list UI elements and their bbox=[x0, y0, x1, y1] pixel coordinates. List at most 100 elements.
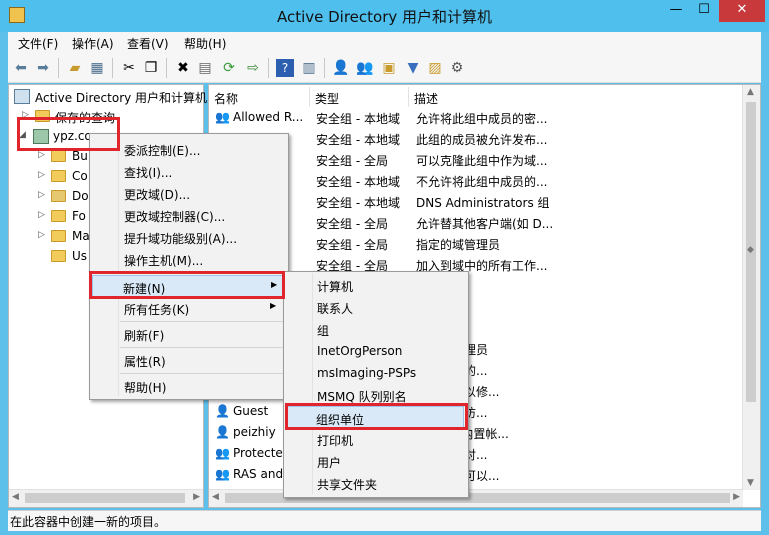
cut-icon[interactable]: ✂ bbox=[120, 59, 138, 77]
submenu-item-group[interactable]: 组 bbox=[286, 318, 464, 340]
column-header-description[interactable]: 描述 bbox=[409, 87, 739, 107]
table-cell-desc: 允许将此组中成员的密... bbox=[416, 112, 548, 126]
table-cell-type: 安全组 - 全局 bbox=[316, 154, 388, 168]
expand-icon[interactable]: ▷ bbox=[38, 230, 45, 240]
scroll-right-icon[interactable]: ▶ bbox=[733, 492, 740, 502]
tree-item-label: Fo bbox=[72, 209, 86, 223]
menu-item-refresh[interactable]: 刷新(F) bbox=[92, 323, 284, 345]
tree-item-label: Ma bbox=[72, 229, 90, 243]
tree-item-label: Bu bbox=[72, 149, 88, 163]
submenu-item-printer[interactable]: 打印机 bbox=[286, 428, 464, 450]
menu-item-operations-masters[interactable]: 操作主机(M)... bbox=[92, 248, 284, 270]
menu-item-label: 更改域控制器(C)... bbox=[124, 210, 226, 224]
menu-item-properties[interactable]: 属性(R) bbox=[92, 349, 284, 371]
submenu-item-contact[interactable]: 联系人 bbox=[286, 296, 464, 318]
toolbar-separator bbox=[166, 58, 167, 78]
menu-item-help[interactable]: 帮助(H) bbox=[92, 375, 284, 397]
scroll-right-icon[interactable]: ▶ bbox=[193, 492, 200, 502]
show-tree-icon[interactable]: ▦ bbox=[88, 59, 106, 77]
list-vertical-scrollbar[interactable]: ▲ ◆ ▼ bbox=[742, 85, 760, 490]
submenu-item-computer[interactable]: 计算机 bbox=[286, 274, 464, 296]
maximize-button[interactable]: ☐ bbox=[691, 0, 717, 22]
minimize-button[interactable]: — bbox=[663, 0, 689, 22]
folder-icon bbox=[51, 150, 66, 162]
help-icon[interactable]: ? bbox=[276, 59, 294, 77]
table-row[interactable]: 👥 Allowed R... 安全组 - 本地域 允许将此组中成员的密... bbox=[209, 107, 739, 128]
new-ou-icon[interactable]: ▣ bbox=[380, 59, 398, 77]
menu-item-find[interactable]: 查找(I)... bbox=[92, 160, 284, 182]
toolbar: ⬅ ➡ ▰ ▦ ✂ ❐ ✖ ▤ ⟳ ⇨ ? ▥ 👤 👥 ▣ ▼ ▨ ⚙ bbox=[8, 54, 761, 83]
folder-icon bbox=[51, 210, 66, 222]
toolbar-separator bbox=[324, 58, 325, 78]
menu-item-all-tasks[interactable]: 所有任务(K) ▶ bbox=[92, 297, 284, 319]
submenu-item-shared-folder[interactable]: 共享文件夹 bbox=[286, 472, 464, 494]
tree-root-label: Active Directory 用户和计算机 bbox=[35, 91, 208, 105]
expand-icon[interactable]: ▷ bbox=[38, 190, 45, 200]
table-cell-desc: DNS Administrators 组 bbox=[416, 196, 550, 210]
menu-item-label: 联系人 bbox=[317, 302, 354, 316]
expand-icon[interactable]: ▷ bbox=[38, 150, 45, 160]
export-icon[interactable]: ⇨ bbox=[244, 59, 262, 77]
scroll-left-icon[interactable]: ◀ bbox=[212, 492, 219, 502]
menu-item-label: 操作主机(M)... bbox=[124, 254, 204, 268]
menu-separator bbox=[120, 321, 284, 322]
menu-file[interactable]: 文件(F) bbox=[18, 35, 58, 52]
menu-action[interactable]: 操作(A) bbox=[72, 35, 114, 52]
menu-item-change-domain[interactable]: 更改域(D)... bbox=[92, 182, 284, 204]
expand-icon[interactable]: ▷ bbox=[38, 170, 45, 180]
column-header-label: 名称 bbox=[214, 92, 239, 106]
refresh-icon[interactable]: ⟳ bbox=[220, 59, 238, 77]
up-folder-icon[interactable]: ▰ bbox=[66, 59, 84, 77]
menu-item-label: 查找(I)... bbox=[124, 166, 173, 180]
close-button[interactable]: ✕ bbox=[719, 0, 765, 22]
menu-view[interactable]: 查看(V) bbox=[127, 35, 169, 52]
column-header-type[interactable]: 类型 bbox=[310, 87, 409, 107]
menu-item-label: InetOrgPerson bbox=[317, 344, 403, 358]
table-cell-type: 安全组 - 全局 bbox=[316, 217, 388, 231]
group-icon: 👥 bbox=[215, 467, 230, 481]
column-header-name[interactable]: 名称 bbox=[209, 87, 310, 107]
scroll-thumb[interactable] bbox=[25, 493, 185, 503]
scroll-up-icon[interactable]: ▲ bbox=[747, 87, 754, 97]
table-cell-type: 安全组 - 本地域 bbox=[316, 196, 400, 210]
menu-help[interactable]: 帮助(H) bbox=[184, 35, 226, 52]
scroll-down-icon[interactable]: ▼ bbox=[747, 478, 754, 488]
copy-icon[interactable]: ❐ bbox=[142, 59, 160, 77]
status-text: 在此容器中创建一新的项目。 bbox=[10, 515, 167, 529]
menu-item-change-dc[interactable]: 更改域控制器(C)... bbox=[92, 204, 284, 226]
menu-item-label: 提升域功能级别(A)... bbox=[124, 232, 238, 246]
submenu-arrow-icon: ▶ bbox=[270, 301, 277, 310]
filter-icon[interactable]: ▼ bbox=[404, 59, 422, 77]
table-cell-desc: 允许替其他客户端(如 D... bbox=[416, 217, 554, 231]
new-user-icon[interactable]: 👤 bbox=[332, 59, 350, 77]
delegate-icon[interactable]: ⚙ bbox=[448, 59, 466, 77]
title-bar[interactable]: Active Directory 用户和计算机 — ☐ ✕ bbox=[0, 0, 769, 32]
submenu-item-user[interactable]: 用户 bbox=[286, 450, 464, 472]
status-bar: 在此容器中创建一新的项目。 bbox=[8, 510, 761, 531]
new-submenu: 计算机 联系人 组 InetOrgPerson msImaging-PSPs M… bbox=[283, 271, 469, 498]
menu-item-delegate-control[interactable]: 委派控制(E)... bbox=[92, 138, 284, 160]
app-window: Active Directory 用户和计算机 — ☐ ✕ 文件(F) 操作(A… bbox=[0, 0, 769, 535]
tree-horizontal-scrollbar[interactable]: ◀ ▶ bbox=[9, 489, 203, 507]
toolbar-separator bbox=[112, 58, 113, 78]
user-icon: 👤 bbox=[215, 404, 230, 418]
group-icon: 👥 bbox=[215, 446, 230, 460]
submenu-item-msimaging-psps[interactable]: msImaging-PSPs bbox=[286, 362, 464, 384]
menu-item-label: 组 bbox=[317, 324, 330, 338]
submenu-item-inetorgperson[interactable]: InetOrgPerson bbox=[286, 340, 464, 362]
table-cell-type: 安全组 - 全局 bbox=[316, 238, 388, 252]
menu-item-raise-level[interactable]: 提升域功能级别(A)... bbox=[92, 226, 284, 248]
table-cell-type: 安全组 - 本地域 bbox=[316, 133, 400, 147]
add-to-group-icon[interactable]: ▨ bbox=[426, 59, 444, 77]
properties-icon[interactable]: ▤ bbox=[196, 59, 214, 77]
scroll-left-icon[interactable]: ◀ bbox=[12, 492, 19, 502]
user-icon: 👤 bbox=[215, 425, 230, 439]
delete-icon[interactable]: ✖ bbox=[174, 59, 192, 77]
mmc-icon[interactable]: ▥ bbox=[300, 59, 318, 77]
toolbar-separator bbox=[58, 58, 59, 78]
expand-icon[interactable]: ▷ bbox=[38, 210, 45, 220]
forward-icon[interactable]: ➡ bbox=[34, 59, 52, 77]
back-icon[interactable]: ⬅ bbox=[12, 59, 30, 77]
new-group-icon[interactable]: 👥 bbox=[356, 59, 374, 77]
table-cell-desc: 可以克隆此组中作为域... bbox=[416, 154, 548, 168]
